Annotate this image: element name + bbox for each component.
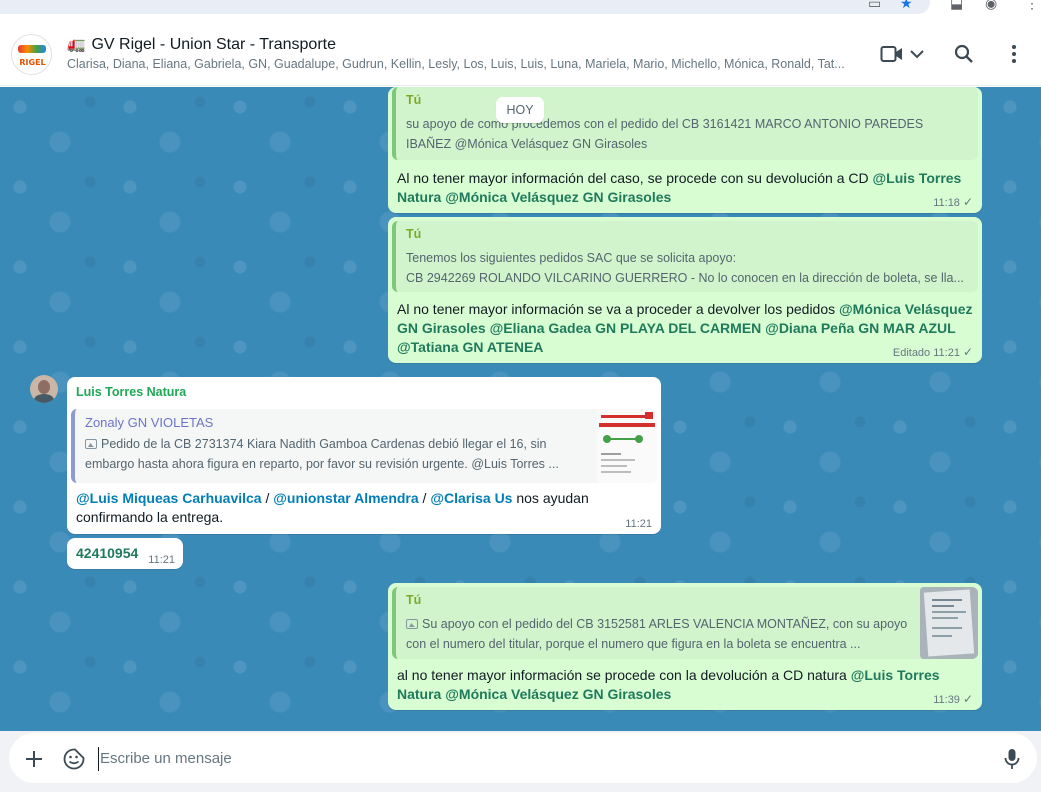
chat-title-container[interactable]: 🚛 GV Rigel - Union Star - Transporte xyxy=(67,35,336,54)
message-text: al no tener mayor información se procede… xyxy=(397,666,973,704)
quoted-message[interactable]: Zonaly GN VIOLETAS Pedido de la CB 27313… xyxy=(71,409,657,483)
message-text: 42410954 xyxy=(76,545,139,561)
image-icon xyxy=(406,619,418,629)
chat-messages-area[interactable]: Tú su apoyo de como procedemos con el pe… xyxy=(0,87,1041,731)
chat-members[interactable]: Clarisa, Diana, Eliana, Gabriela, GN, Gu… xyxy=(67,57,847,71)
message-text-plain: al no tener mayor información se procede… xyxy=(397,667,851,683)
composer-box: Escribe un mensaje xyxy=(9,733,1037,783)
browser-address-bar[interactable] xyxy=(0,0,930,14)
quote-author: Tú xyxy=(406,93,422,107)
message-incoming[interactable]: 42410954 11:21 xyxy=(67,538,183,569)
day-separator: HOY xyxy=(496,97,544,123)
mention-separator: / xyxy=(418,490,431,506)
mention[interactable]: @Eliana Gadea GN PLAYA DEL CARMEN xyxy=(490,320,762,336)
profile-icon[interactable]: ◉ xyxy=(985,0,1001,10)
quote-author: Tú xyxy=(406,593,422,607)
unionstar-logo-icon xyxy=(18,45,46,53)
mention[interactable]: @unionstar Almendra xyxy=(273,490,418,506)
search-icon[interactable] xyxy=(952,42,976,66)
mention[interactable]: @Mónica Velásquez GN Girasoles xyxy=(445,686,671,702)
quote-text: su apoyo de como procedemos con el pedid… xyxy=(406,117,924,151)
message-meta: 11:21 xyxy=(148,554,175,566)
mention[interactable]: @Tatiana GN ATENEA xyxy=(397,339,543,355)
mention-separator: / xyxy=(261,490,274,506)
message-text-plain: Al no tener mayor información se va a pr… xyxy=(397,301,840,317)
message-text: Al no tener mayor información del caso, … xyxy=(397,169,973,207)
message-meta: 11:39 ✓ xyxy=(933,692,973,706)
avatar-face xyxy=(38,380,50,394)
quote-line: CB 2942269 ROLANDO VILCARINO GUERRERO - … xyxy=(406,271,964,285)
mention[interactable]: @Mónica Velásquez GN Girasoles xyxy=(445,189,671,205)
microphone-icon[interactable] xyxy=(999,746,1025,772)
message-incoming[interactable]: Luis Torres Natura Zonaly GN VIOLETAS Pe… xyxy=(67,377,661,534)
message-time: Editado 11:21 xyxy=(892,347,960,359)
message-composer: Escribe un mensaje xyxy=(0,731,1041,792)
message-outgoing[interactable]: Tú Su apoyo con el pedido del CB 3152581… xyxy=(388,583,982,710)
sticker-icon[interactable] xyxy=(61,746,87,772)
image-icon xyxy=(85,439,97,449)
message-time: 11:18 xyxy=(933,197,960,209)
group-avatar[interactable]: RIGEL xyxy=(11,34,52,75)
message-time: 11:39 xyxy=(933,694,960,706)
quote-line-text: Pedido de la CB 2731374 Kiara Nadith Gam… xyxy=(101,437,547,451)
install-icon[interactable]: ⬓ xyxy=(950,0,966,10)
quote-line: Pedido de la CB 2731374 Kiara Nadith Gam… xyxy=(85,434,567,454)
quoted-message[interactable]: Tú su apoyo de como procedemos con el pe… xyxy=(392,87,978,160)
sent-check-icon: ✓ xyxy=(962,345,973,359)
message-meta: 11:18 ✓ xyxy=(933,195,973,209)
chat-title: GV Rigel - Union Star - Transporte xyxy=(91,36,336,53)
quote-line: embargo hasta ahora figura en reparto, p… xyxy=(85,457,559,471)
quoted-message[interactable]: Tú Su apoyo con el pedido del CB 3152581… xyxy=(392,587,978,659)
browser-menu-icon[interactable]: ⋮ xyxy=(1025,0,1041,10)
video-call-icon[interactable] xyxy=(879,42,905,66)
message-outgoing[interactable]: Tú su apoyo de como procedemos con el pe… xyxy=(388,87,982,213)
more-options-icon[interactable] xyxy=(1003,42,1025,66)
cast-icon[interactable]: ▭ xyxy=(868,0,884,10)
message-text-plain: Al no tener mayor información del caso, … xyxy=(397,170,873,186)
quote-line: Tenemos los siguientes pedidos SAC que s… xyxy=(406,251,737,265)
message-text: @Luis Miqueas Carhuavilca / @unionstar A… xyxy=(76,489,652,527)
quote-author: Tú xyxy=(406,227,422,241)
message-time: 11:21 xyxy=(148,554,175,566)
avatar-body xyxy=(34,394,54,403)
quoted-message[interactable]: Tú Tenemos los siguientes pedidos SAC qu… xyxy=(392,221,978,292)
mention[interactable]: @Diana Peña GN MAR AZUL xyxy=(765,320,955,336)
message-sender[interactable]: Luis Torres Natura xyxy=(76,385,186,399)
truck-icon: 🚛 xyxy=(67,36,86,53)
mention[interactable]: @Clarisa Us xyxy=(430,490,512,506)
avatar-label: RIGEL xyxy=(19,58,46,67)
message-input[interactable]: Escribe un mensaje xyxy=(98,747,978,771)
message-meta: 11:21 xyxy=(625,518,652,530)
mention[interactable]: @Luis Miqueas Carhuavilca xyxy=(76,490,262,506)
message-text-plain: nos ayudan xyxy=(512,490,589,506)
sent-check-icon: ✓ xyxy=(962,195,973,209)
quote-line-text: Su apoyo con el pedido del CB 3152581 AR… xyxy=(422,617,908,631)
quote-author: Zonaly GN VIOLETAS xyxy=(85,415,214,430)
message-outgoing[interactable]: Tú Tenemos los siguientes pedidos SAC qu… xyxy=(388,217,982,363)
browser-toolbar: ▭ ★ ⬓ ◉ ⋮ xyxy=(0,0,1041,22)
plus-icon[interactable] xyxy=(21,746,47,772)
bookmark-star-icon[interactable]: ★ xyxy=(900,0,916,10)
message-text-plain: confirmando la entrega. xyxy=(76,509,224,525)
quote-image-thumbnail[interactable] xyxy=(597,409,657,483)
message-text: Al no tener mayor información se va a pr… xyxy=(397,300,973,357)
quote-line: con el numero del titular, porque el num… xyxy=(406,637,861,651)
quote-image-thumbnail[interactable] xyxy=(920,587,978,659)
message-meta: Editado 11:21 ✓ xyxy=(893,345,973,359)
sent-check-icon: ✓ xyxy=(962,692,973,706)
quote-line: Su apoyo con el pedido del CB 3152581 AR… xyxy=(406,614,908,634)
message-time: 11:21 xyxy=(625,518,652,530)
chevron-down-icon[interactable] xyxy=(907,42,927,66)
contact-avatar[interactable] xyxy=(30,375,58,403)
chat-header: RIGEL 🚛 GV Rigel - Union Star - Transpor… xyxy=(0,22,1041,86)
